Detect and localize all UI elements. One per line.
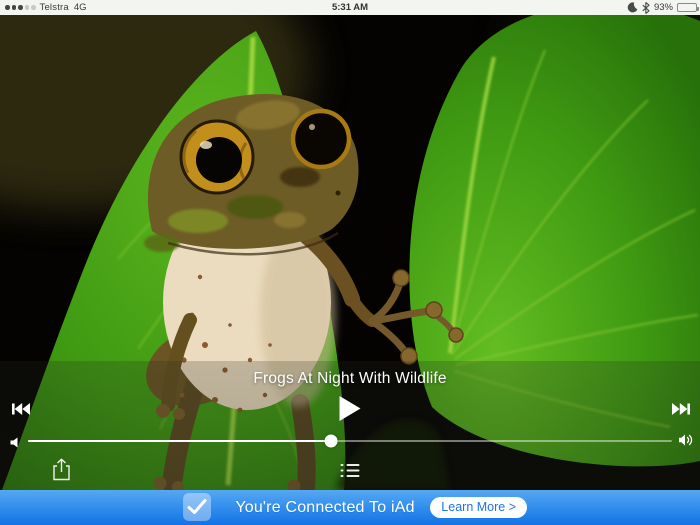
cell-signal-icon (5, 5, 36, 10)
clock-label: 5:31 AM (331, 2, 369, 13)
player-controls-overlay: Frogs At Night With Wildlife (0, 361, 700, 490)
play-icon (339, 396, 361, 421)
next-track-icon (672, 403, 690, 415)
network-type-label: 4G (73, 2, 87, 13)
bluetooth-icon (642, 1, 650, 14)
volume-thumb[interactable] (324, 434, 338, 448)
volume-min-icon (10, 435, 21, 453)
learn-more-button[interactable]: Learn More > (430, 497, 527, 518)
previous-track-button[interactable] (12, 403, 30, 415)
playlist-icon (340, 464, 360, 477)
banner-message: You're Connected To iAd (235, 499, 415, 516)
status-bar: Telstra 4G 5:31 AM 93% (0, 0, 700, 15)
volume-max-icon (678, 433, 695, 452)
next-track-button[interactable] (672, 403, 690, 415)
share-button[interactable] (52, 458, 71, 481)
do-not-disturb-moon-icon (627, 2, 638, 13)
carrier-label: Telstra (39, 2, 69, 13)
volume-track[interactable] (28, 434, 672, 448)
previous-track-icon (12, 403, 30, 415)
checkmark-icon (187, 499, 207, 514)
status-left-cluster: Telstra 4G (0, 2, 87, 13)
volume-fill (28, 440, 331, 442)
status-right-cluster: 93% (627, 0, 699, 15)
track-title: Frogs At Night With Wildlife (253, 370, 447, 387)
connected-checkbox (183, 493, 211, 521)
battery-icon (677, 3, 699, 12)
volume-slider-row (0, 433, 700, 449)
iad-banner: You're Connected To iAd Learn More > (0, 490, 700, 525)
battery-percent-label: 93% (653, 2, 673, 13)
playlist-button[interactable] (340, 463, 360, 478)
share-icon (53, 458, 70, 481)
play-button[interactable] (339, 396, 361, 421)
ipad-screen: Telstra 4G 5:31 AM 93% Frogs At Night Wi… (0, 0, 700, 525)
